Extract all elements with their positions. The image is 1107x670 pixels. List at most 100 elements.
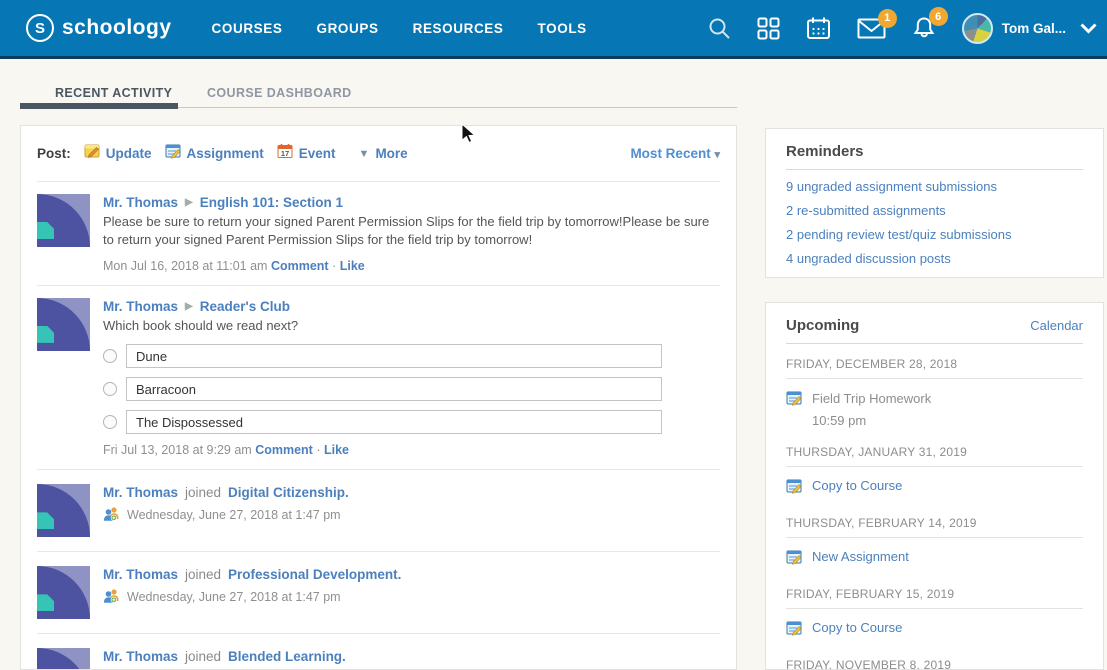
reminders-card: Reminders 9 ungraded assignment submissi… xyxy=(765,128,1104,278)
avatar xyxy=(37,566,90,619)
dashboard-tabs: RECENT ACTIVITY COURSE DASHBOARD xyxy=(0,62,1107,124)
upcoming-event: Copy to Course xyxy=(786,467,1083,503)
feed-item-poll: Mr. Thomas ▶ Reader's Club Which book sh… xyxy=(37,286,720,470)
like-button[interactable]: Like xyxy=(324,443,349,457)
author-link[interactable]: Mr. Thomas xyxy=(103,299,178,314)
post-meta: Wednesday, June 27, 2018 at 1:47 pm xyxy=(103,588,720,606)
tab-course-dashboard[interactable]: COURSE DASHBOARD xyxy=(207,86,352,100)
avatar xyxy=(37,298,90,351)
feed-item-joined: Mr. Thomas joined Blended Learning. Wedn… xyxy=(37,634,720,670)
joined-verb: joined xyxy=(185,649,221,664)
poll-option[interactable]: Barracoon xyxy=(126,377,662,401)
upcoming-date-header: THURSDAY, FEBRUARY 14, 2019 xyxy=(786,503,1083,538)
like-button[interactable]: Like xyxy=(340,259,365,273)
course-link[interactable]: English 101: Section 1 xyxy=(200,195,343,210)
post-assignment-label: Assignment xyxy=(187,146,264,161)
course-link[interactable]: Professional Development. xyxy=(228,567,401,582)
nav-item-groups[interactable]: GROUPS xyxy=(316,21,378,36)
post-event-label: Event xyxy=(299,146,336,161)
post-meta: Fri Jul 13, 2018 at 9:29 am Comment · Li… xyxy=(103,443,720,457)
schoology-logo[interactable]: S schoology xyxy=(26,14,172,42)
assignment-icon xyxy=(786,549,802,570)
sort-value: Most Recent xyxy=(630,146,710,161)
messages-badge: 1 xyxy=(878,9,897,28)
user-menu[interactable]: Tom Gal... xyxy=(962,13,1066,44)
event-title[interactable]: Copy to Course xyxy=(812,478,902,493)
search-icon[interactable] xyxy=(695,17,744,40)
event-time: 10:59 pm xyxy=(812,413,931,428)
avatar xyxy=(37,194,90,247)
assignment-icon xyxy=(786,620,802,641)
notifications-bell-icon[interactable]: 6 xyxy=(899,16,950,40)
course-link[interactable]: Blended Learning. xyxy=(228,649,346,664)
joined-verb: joined xyxy=(185,485,221,500)
post-assignment-button[interactable]: Assignment xyxy=(165,143,264,164)
app-grid-icon[interactable] xyxy=(744,17,793,40)
sort-dropdown[interactable]: Most Recent ▾ xyxy=(630,146,720,161)
arrow-right-icon: ▶ xyxy=(185,197,193,208)
event-title[interactable]: Field Trip Homework xyxy=(812,391,931,406)
avatar xyxy=(37,484,90,537)
reminder-link-ungraded-discussions[interactable]: 4 ungraded discussion posts xyxy=(786,251,1083,266)
post-more-label: More xyxy=(375,146,407,161)
poll-radio[interactable] xyxy=(103,349,117,363)
update-icon xyxy=(84,143,100,164)
author-link[interactable]: Mr. Thomas xyxy=(103,485,178,500)
upcoming-event: Copy to Course xyxy=(786,609,1083,645)
svg-text:17: 17 xyxy=(281,149,289,158)
event-title[interactable]: Copy to Course xyxy=(812,620,902,635)
post-label: Post: xyxy=(37,146,71,161)
calendar-icon[interactable] xyxy=(793,16,844,40)
post-update-button[interactable]: Update xyxy=(84,143,152,164)
tab-recent-activity[interactable]: RECENT ACTIVITY xyxy=(55,86,172,100)
post-meta: Wednesday, June 27, 2018 at 1:47 pm xyxy=(103,506,720,524)
course-link[interactable]: Digital Citizenship. xyxy=(228,485,349,500)
notifications-badge: 6 xyxy=(929,7,948,26)
messages-icon[interactable]: 1 xyxy=(844,18,899,39)
sort-caret-icon: ▾ xyxy=(714,149,720,161)
upcoming-date-header: FRIDAY, NOVEMBER 8, 2019 xyxy=(786,645,1083,670)
author-link[interactable]: Mr. Thomas xyxy=(103,649,178,664)
poll-option[interactable]: Dune xyxy=(126,344,662,368)
divider xyxy=(786,169,1083,170)
poll-option[interactable]: The Dispossessed xyxy=(126,410,662,434)
upcoming-title: Upcoming xyxy=(786,317,859,334)
poll-options: Dune Barracoon The Dispossessed xyxy=(103,344,720,434)
nav-item-courses[interactable]: COURSES xyxy=(212,21,283,36)
poll-option-row: Dune xyxy=(103,344,720,368)
timestamp: Mon Jul 16, 2018 at 11:01 am xyxy=(103,259,267,273)
reminder-link-resubmitted[interactable]: 2 re-submitted assignments xyxy=(786,203,1083,218)
comment-button[interactable]: Comment xyxy=(271,259,329,273)
logo-text: schoology xyxy=(62,16,172,40)
event-title[interactable]: New Assignment xyxy=(812,549,909,564)
feed-item-joined: Mr. Thomas joined Digital Citizenship. W… xyxy=(37,470,720,552)
calendar-link[interactable]: Calendar xyxy=(1030,318,1083,333)
poll-radio[interactable] xyxy=(103,415,117,429)
chevron-down-icon[interactable] xyxy=(1080,23,1097,34)
caret-down-icon: ▼ xyxy=(359,148,370,160)
reminder-link-ungraded-assignments[interactable]: 9 ungraded assignment submissions xyxy=(786,179,1083,194)
author-link[interactable]: Mr. Thomas xyxy=(103,567,178,582)
author-link[interactable]: Mr. Thomas xyxy=(103,195,178,210)
post-toolbar: Post: Update Assignment 17 Event ▼ More … xyxy=(37,126,720,182)
post-more-button[interactable]: ▼ More xyxy=(359,146,408,161)
active-tab-underline xyxy=(20,103,178,109)
activity-feed-card: Post: Update Assignment 17 Event ▼ More … xyxy=(20,125,737,670)
header-actions: 1 6 Tom Gal... xyxy=(695,13,1097,44)
feed-item-joined: Mr. Thomas joined Professional Developme… xyxy=(37,552,720,634)
group-link[interactable]: Reader's Club xyxy=(200,299,290,314)
user-name: Tom Gal... xyxy=(1002,21,1066,36)
user-avatar xyxy=(962,13,993,44)
post-event-button[interactable]: 17 Event xyxy=(277,143,336,164)
nav-item-tools[interactable]: TOOLS xyxy=(538,21,587,36)
nav-item-resources[interactable]: RESOURCES xyxy=(413,21,504,36)
comment-button[interactable]: Comment xyxy=(255,443,313,457)
top-nav-bar: S schoology COURSES GROUPS RESOURCES TOO… xyxy=(0,0,1107,59)
post-meta: Mon Jul 16, 2018 at 11:01 am Comment · L… xyxy=(103,259,720,273)
poll-option-row: Barracoon xyxy=(103,377,720,401)
poll-question: Which book should we read next? xyxy=(103,317,720,335)
assignment-icon xyxy=(786,390,802,411)
poll-radio[interactable] xyxy=(103,382,117,396)
reminder-link-pending-review[interactable]: 2 pending review test/quiz submissions xyxy=(786,227,1083,242)
assignment-icon xyxy=(786,478,802,499)
